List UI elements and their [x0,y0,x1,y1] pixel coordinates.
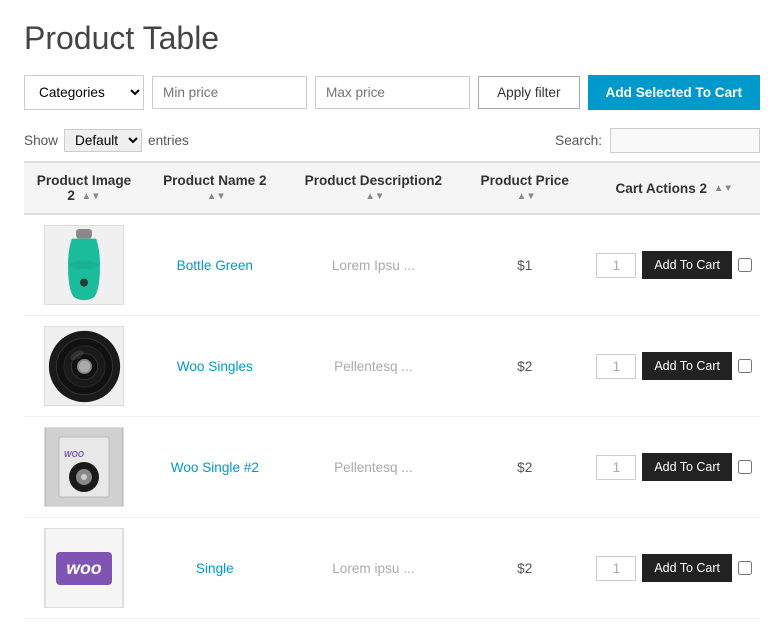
cart-actions-cell: Add To Cart [588,214,760,316]
cart-actions-cell: Add To Cart [588,417,760,518]
cart-actions: Add To Cart [596,554,752,582]
page-title: Product Table [24,20,760,57]
product-description: Pellentesq ... [334,460,413,475]
product-image-cell [24,316,144,417]
product-image-cell: WOO [24,417,144,518]
max-price-input[interactable] [315,76,470,109]
product-name: Single [196,561,234,576]
quantity-input[interactable] [596,354,636,379]
product-name-cell: Bottle Green [144,214,286,316]
search-input[interactable] [610,128,760,153]
sort-product-name-icon[interactable]: ▲▼ [207,192,226,202]
product-price-cell: $2 [461,316,588,417]
product-description-cell: Pellentesq ... [286,316,461,417]
add-to-cart-button[interactable]: Add To Cart [642,554,732,582]
table-controls: Show Default102550100 entries Search: [24,128,760,153]
add-to-cart-button[interactable]: Add To Cart [642,251,732,279]
product-description: Lorem Ipsu ... [332,258,415,273]
product-image [44,225,124,305]
cart-actions: Add To Cart [596,352,752,380]
col-product-price[interactable]: Product Price ▲▼ [461,162,588,214]
sort-cart-actions-icon[interactable]: ▲▼ [714,184,733,194]
product-image: woo [44,528,124,608]
table-row: Bottle Green Lorem Ipsu ... $1 Add To Ca… [24,214,760,316]
search-label: Search: [555,133,602,148]
product-image: WOO [44,427,124,507]
add-to-cart-button[interactable]: Add To Cart [642,453,732,481]
cart-actions-cell: Add To Cart [588,316,760,417]
product-price-cell: $2 [461,417,588,518]
show-entries: Show Default102550100 entries [24,129,189,152]
show-label: Show [24,133,58,148]
select-product-checkbox[interactable] [738,561,752,575]
quantity-input[interactable] [596,253,636,278]
product-description-cell: Lorem ipsu ... [286,518,461,619]
product-name: Woo Single #2 [171,460,259,475]
entries-label: entries [148,133,189,148]
product-price: $2 [517,460,532,475]
categories-select[interactable]: Categories [24,75,144,110]
col-cart-actions[interactable]: Cart Actions 2 ▲▼ [588,162,760,214]
entries-select[interactable]: Default102550100 [64,129,142,152]
product-name: Woo Singles [177,359,253,374]
sort-product-price-icon[interactable]: ▲▼ [517,192,536,202]
product-price: $2 [517,561,532,576]
select-product-checkbox[interactable] [738,359,752,373]
search-area: Search: [555,128,760,153]
product-description: Pellentesq ... [334,359,413,374]
product-name-cell: Woo Single #2 [144,417,286,518]
product-description: Lorem ipsu ... [332,561,414,576]
product-price: $1 [517,258,532,273]
sort-product-desc-icon[interactable]: ▲▼ [365,192,384,202]
cart-actions: Add To Cart [596,453,752,481]
add-selected-to-cart-button[interactable]: Add Selected To Cart [588,75,760,110]
product-table: Product Image 2 ▲▼ Product Name 2 ▲▼ Pro… [24,161,760,619]
add-to-cart-button[interactable]: Add To Cart [642,352,732,380]
cart-actions-cell: Add To Cart [588,518,760,619]
product-image-cell: woo [24,518,144,619]
svg-text:WOO: WOO [64,450,85,459]
table-row: Woo Singles Pellentesq ... $2 Add To Car… [24,316,760,417]
apply-filter-button[interactable]: Apply filter [478,76,579,109]
col-product-name[interactable]: Product Name 2 ▲▼ [144,162,286,214]
select-product-checkbox[interactable] [738,258,752,272]
product-description-cell: Pellentesq ... [286,417,461,518]
sort-product-image-icon[interactable]: ▲▼ [82,192,101,202]
product-name-cell: Woo Singles [144,316,286,417]
product-description-cell: Lorem Ipsu ... [286,214,461,316]
quantity-input[interactable] [596,455,636,480]
product-image-cell [24,214,144,316]
min-price-input[interactable] [152,76,307,109]
cart-actions: Add To Cart [596,251,752,279]
table-row: WOO Woo Single #2 Pellentesq ... $2 Add … [24,417,760,518]
col-product-image[interactable]: Product Image 2 ▲▼ [24,162,144,214]
product-name: Bottle Green [177,258,253,273]
product-image [44,326,124,406]
product-name-cell: Single [144,518,286,619]
table-row: woo Single Lorem ipsu ... $2 Add To Cart [24,518,760,619]
toolbar: Categories Apply filter Add Selected To … [24,75,760,110]
col-product-description[interactable]: Product Description2 ▲▼ [286,162,461,214]
quantity-input[interactable] [596,556,636,581]
product-price: $2 [517,359,532,374]
select-product-checkbox[interactable] [738,460,752,474]
product-price-cell: $2 [461,518,588,619]
product-price-cell: $1 [461,214,588,316]
